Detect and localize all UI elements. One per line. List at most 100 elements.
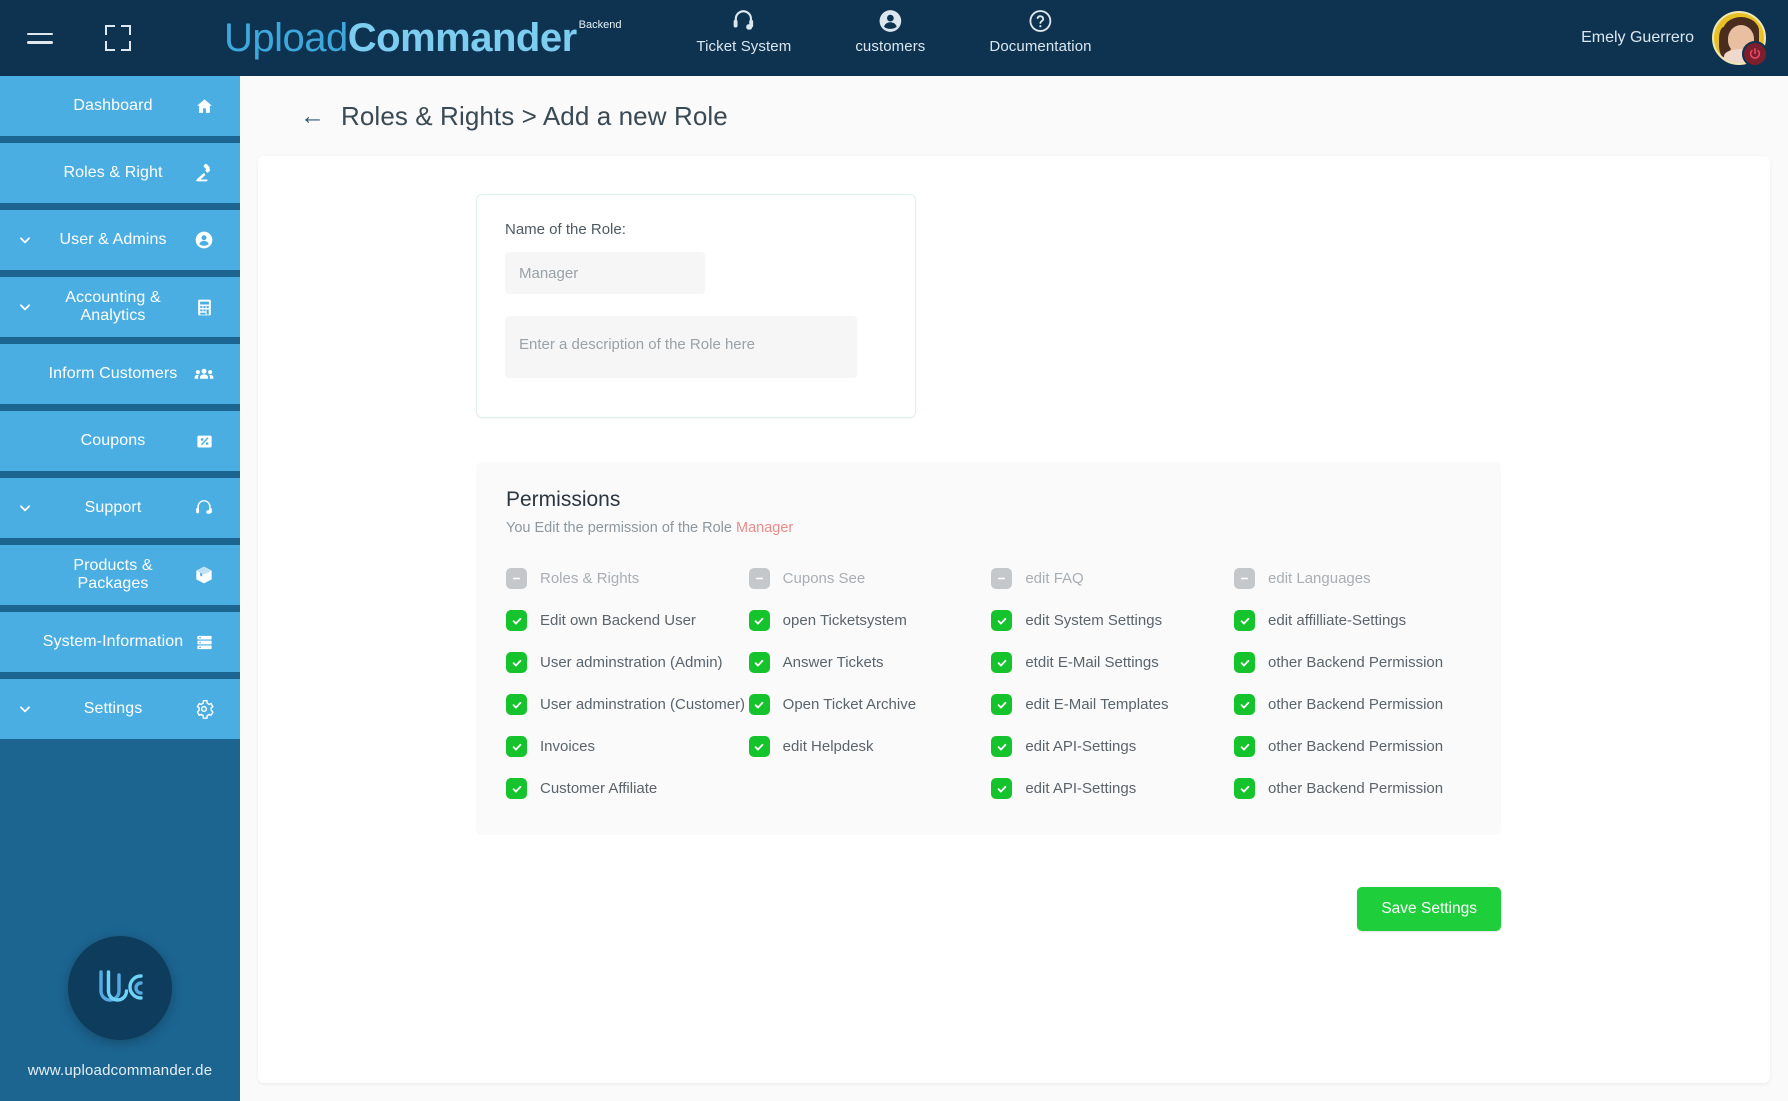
sidebar-item-label: Coupons — [80, 432, 146, 449]
permission-label: edit API-Settings — [1025, 780, 1137, 797]
checkbox-checked-icon[interactable] — [1234, 652, 1256, 673]
nav-customers[interactable]: customers — [855, 8, 925, 55]
calculator-icon — [190, 298, 218, 317]
permission-item[interactable]: edit Languages — [1234, 568, 1471, 589]
permission-item[interactable]: other Backend Permission — [1234, 652, 1471, 673]
permissions-column-4: edit Languages edit affilliate-Settings — [1234, 568, 1471, 799]
page-header: ← Roles & Rights > Add a new Role — [240, 76, 1788, 156]
sidebar-item-settings[interactable]: Settings — [0, 679, 240, 739]
permission-item[interactable]: other Backend Permission — [1234, 736, 1471, 757]
gear-icon — [190, 699, 218, 719]
permission-item[interactable]: Answer Tickets — [748, 652, 992, 673]
people-icon — [190, 363, 218, 385]
permission-item[interactable]: Open Ticket Archive — [748, 694, 992, 715]
permission-item[interactable]: edit System Settings — [991, 610, 1234, 631]
permission-label: edit Helpdesk — [782, 738, 874, 755]
chevron-down-icon[interactable] — [14, 702, 36, 716]
fullscreen-icon[interactable] — [96, 16, 140, 60]
checkbox-checked-icon[interactable] — [991, 736, 1013, 757]
permission-item[interactable]: User adminstration (Admin) — [506, 652, 749, 673]
checkbox-checked-icon[interactable] — [991, 694, 1013, 715]
sidebar-url[interactable]: www.uploadcommander.de — [28, 1062, 213, 1079]
sidebar-item-label: Settings — [83, 700, 143, 717]
checkbox-checked-icon[interactable] — [1234, 736, 1256, 757]
permissions-column-2: Cupons See open Ticketsystem Answer Tick… — [748, 568, 992, 799]
sidebar-item-dashboard[interactable]: Dashboard — [0, 76, 240, 136]
user-name: Emely Guerrero — [1581, 29, 1694, 46]
sidebar-item-user-admins[interactable]: User & Admins — [0, 210, 240, 270]
nav-ticket-system[interactable]: Ticket System — [696, 8, 791, 55]
permission-item[interactable]: edit affilliate-Settings — [1234, 610, 1471, 631]
checkbox-checked-icon[interactable] — [748, 652, 770, 673]
checkbox-checked-icon[interactable] — [506, 610, 527, 631]
permission-label: Cupons See — [782, 570, 866, 587]
checkbox-unchecked-icon[interactable] — [1234, 568, 1256, 589]
checkbox-unchecked-icon[interactable] — [748, 568, 770, 589]
question-circle-icon — [1028, 8, 1054, 34]
sidebar-item-coupons[interactable]: Coupons — [0, 411, 240, 471]
permission-item[interactable]: edit E-Mail Templates — [991, 694, 1234, 715]
checkbox-checked-icon[interactable] — [1234, 610, 1256, 631]
role-name-input[interactable] — [505, 252, 705, 294]
permission-item[interactable]: Invoices — [506, 736, 749, 757]
permissions-subtitle-role: Manager — [736, 520, 794, 536]
checkbox-checked-icon[interactable] — [991, 778, 1013, 799]
permission-item[interactable]: edit FAQ — [991, 568, 1234, 589]
permission-label: Answer Tickets — [782, 654, 884, 671]
avatar[interactable] — [1712, 11, 1768, 67]
nav-documentation[interactable]: Documentation — [989, 8, 1092, 55]
sidebar-item-label: Accounting & Analytics — [65, 289, 161, 324]
role-name-label: Name of the Role: — [505, 221, 626, 238]
checkbox-checked-icon[interactable] — [1234, 778, 1256, 799]
checkbox-checked-icon[interactable] — [506, 652, 527, 673]
content-card: Name of the Role: Permissions You Edit t… — [258, 156, 1770, 1083]
permission-item[interactable]: open Ticketsystem — [748, 610, 992, 631]
sidebar-item-support[interactable]: Support — [0, 478, 240, 538]
permission-item[interactable]: Roles & Rights — [506, 568, 749, 589]
save-settings-button[interactable]: Save Settings — [1357, 887, 1501, 931]
checkbox-checked-icon[interactable] — [991, 610, 1013, 631]
checkbox-checked-icon[interactable] — [506, 736, 527, 757]
headset-icon — [190, 498, 218, 518]
chevron-down-icon[interactable] — [14, 501, 36, 515]
checkbox-checked-icon[interactable] — [991, 652, 1013, 673]
sidebar-footer: www.uploadcommander.de — [0, 936, 240, 1101]
checkbox-checked-icon[interactable] — [748, 610, 770, 631]
checkbox-checked-icon[interactable] — [1234, 694, 1256, 715]
power-icon[interactable] — [1742, 41, 1768, 67]
permission-item[interactable]: Customer Affiliate — [506, 778, 749, 799]
sidebar: Dashboard Roles & Right User & Admins Ac… — [0, 76, 240, 1101]
permission-item[interactable]: edit API-Settings — [991, 778, 1234, 799]
sidebar-item-accounting-analytics[interactable]: Accounting & Analytics — [0, 277, 240, 337]
permission-item[interactable]: other Backend Permission — [1234, 778, 1471, 799]
top-navigation: Ticket System customers Documentation — [696, 8, 1092, 55]
nav-documentation-label: Documentation — [989, 38, 1092, 55]
permission-item[interactable]: edit Helpdesk — [748, 736, 992, 757]
chevron-down-icon[interactable] — [14, 300, 36, 314]
checkbox-checked-icon[interactable] — [506, 778, 527, 799]
permission-item[interactable]: etdit E-Mail Settings — [991, 652, 1234, 673]
box-icon — [190, 565, 218, 585]
checkbox-checked-icon[interactable] — [748, 694, 770, 715]
permission-item[interactable]: User adminstration (Customer) — [506, 694, 749, 715]
brand-superscript: Backend — [578, 19, 622, 31]
permission-item[interactable]: edit API-Settings — [991, 736, 1234, 757]
permission-item[interactable]: Edit own Backend User — [506, 610, 749, 631]
checkbox-unchecked-icon[interactable] — [506, 568, 527, 589]
arrow-left-icon[interactable]: ← — [300, 103, 325, 129]
chevron-down-icon[interactable] — [14, 233, 36, 247]
checkbox-unchecked-icon[interactable] — [991, 568, 1013, 589]
permission-item[interactable]: other Backend Permission — [1234, 694, 1471, 715]
permission-label: Invoices — [540, 738, 596, 755]
permission-item[interactable]: Cupons See — [748, 568, 992, 589]
sidebar-item-system-information[interactable]: System-Information — [0, 612, 240, 672]
checkbox-checked-icon[interactable] — [506, 694, 527, 715]
sidebar-item-roles-right[interactable]: Roles & Right — [0, 143, 240, 203]
sidebar-item-inform-customers[interactable]: Inform Customers — [0, 344, 240, 404]
role-description-input[interactable] — [505, 316, 857, 378]
hamburger-icon[interactable] — [18, 16, 62, 60]
sidebar-item-products-packages[interactable]: Products & Packages — [0, 545, 240, 605]
checkbox-checked-icon[interactable] — [748, 736, 770, 757]
user-area: Emely Guerrero — [1581, 11, 1788, 67]
brand-logo[interactable]: Upload Commander Backend — [224, 18, 621, 58]
